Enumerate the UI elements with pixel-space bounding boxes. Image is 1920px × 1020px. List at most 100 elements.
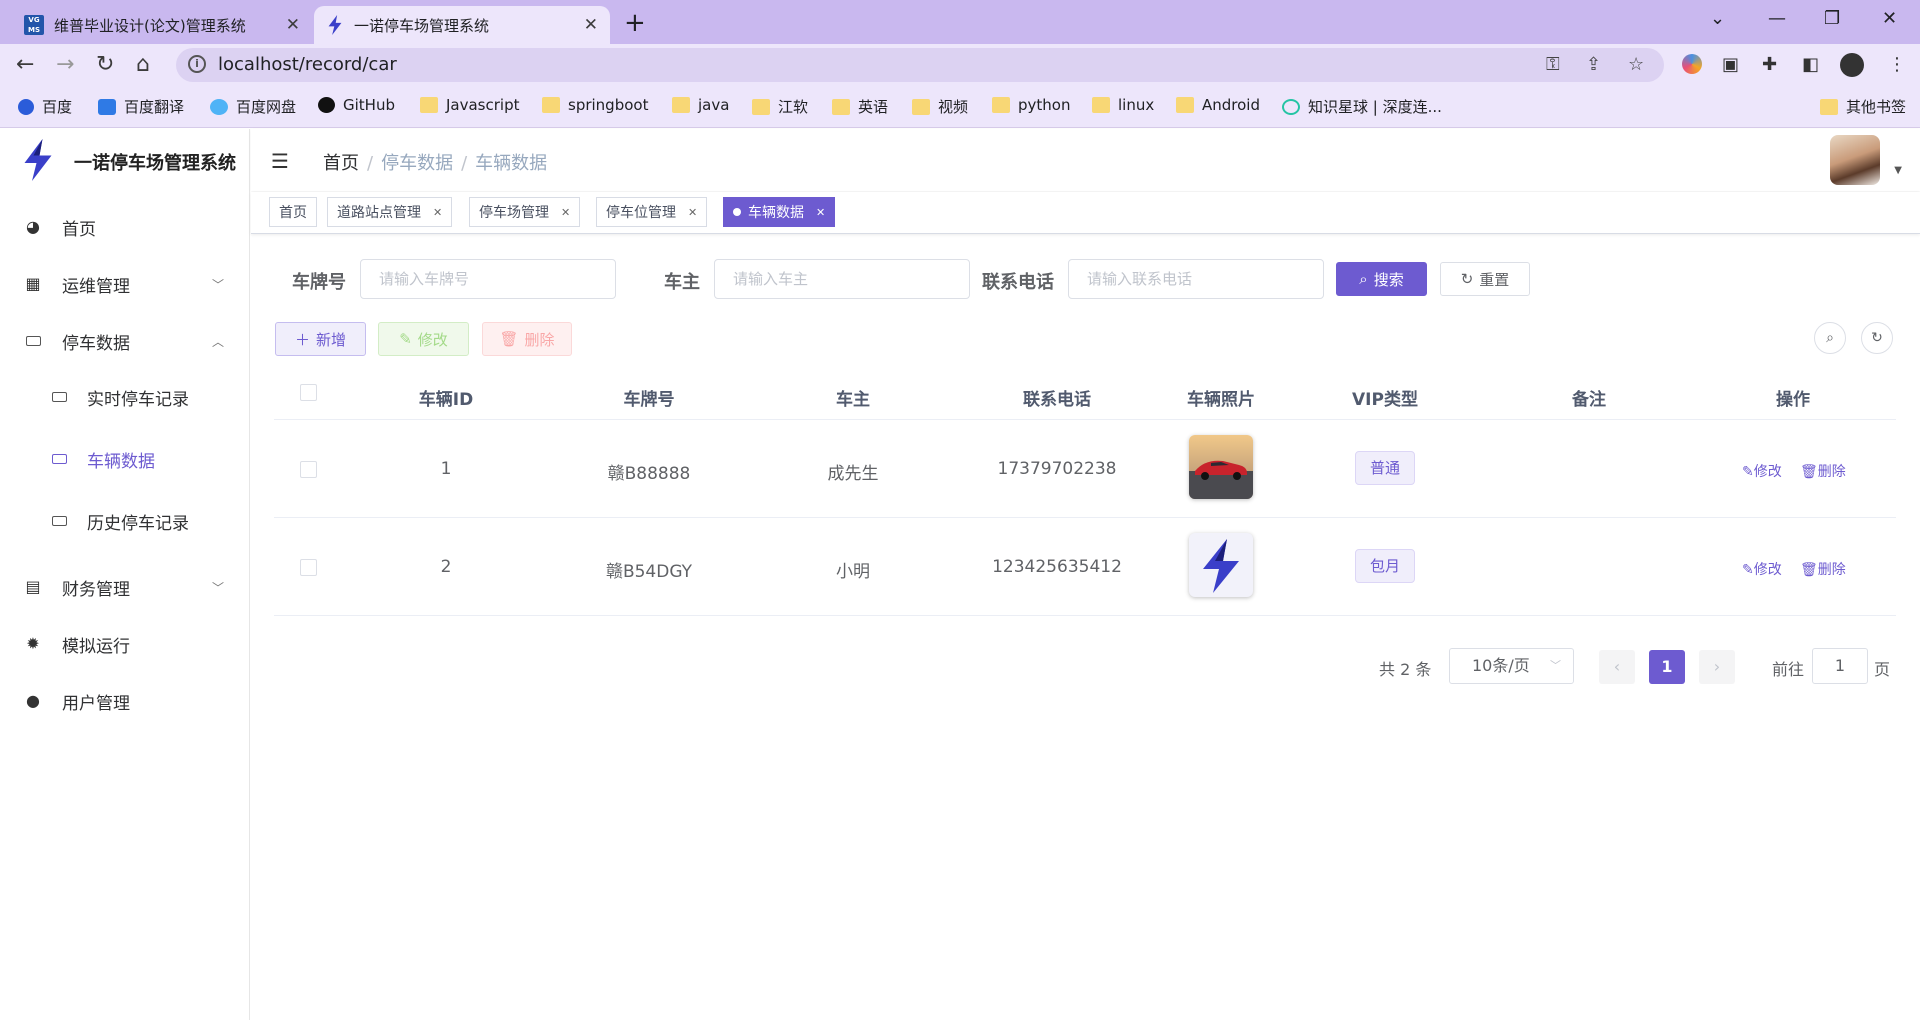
page-number-current[interactable]: 1 <box>1649 650 1685 684</box>
close-window-icon[interactable]: ✕ <box>1882 8 1897 29</box>
bookmark-other[interactable]: 其他书签 <box>1820 96 1906 117</box>
collapse-menu-icon[interactable]: ☰ <box>271 149 289 173</box>
app-logo[interactable]: 一诺停车场管理系统 <box>0 129 250 189</box>
sidebar-item-parking-data[interactable]: 停车数据 ︿ <box>0 313 250 369</box>
select-all-checkbox[interactable] <box>300 384 317 401</box>
reload-icon[interactable]: ↻ <box>96 52 114 77</box>
sidebar-item-history-parking[interactable]: 历史停车记录 <box>0 493 250 549</box>
tag-vehicle-data[interactable]: 车辆数据 ✕ <box>723 197 836 227</box>
next-page-button[interactable]: › <box>1699 650 1735 684</box>
row-edit-link[interactable]: ✎修改 <box>1742 559 1782 579</box>
extension-game-icon[interactable]: ▣ <box>1722 54 1739 75</box>
minimize-icon[interactable]: — <box>1768 8 1786 29</box>
refresh-table-icon[interactable]: ↻ <box>1861 322 1893 354</box>
menu-kebab-icon[interactable]: ⋮ <box>1888 54 1906 75</box>
address-bar[interactable]: i localhost/record/car ⚿ ⇪ ☆ <box>176 48 1664 82</box>
tag-parking-lot[interactable]: 停车场管理 ✕ <box>469 197 581 227</box>
bookmark-baidu-pan[interactable]: 百度网盘 <box>210 96 296 117</box>
profile-avatar-icon[interactable] <box>1840 53 1864 77</box>
bolt-logo-photo[interactable] <box>1189 533 1253 597</box>
search-button[interactable]: ⌕ 搜索 <box>1336 262 1427 296</box>
sidebar-item-users[interactable]: ● 用户管理 <box>0 673 250 729</box>
github-icon <box>318 97 335 113</box>
row-delete-link[interactable]: 🗑删除 <box>1800 461 1846 481</box>
new-tab-icon[interactable]: + <box>624 8 646 38</box>
bookmark-folder-java[interactable]: java <box>672 96 729 114</box>
edit-button[interactable]: ✎ 修改 <box>378 322 469 356</box>
close-tab-icon[interactable]: ✕ <box>584 15 598 35</box>
bookmark-folder-android[interactable]: Android <box>1176 96 1260 114</box>
add-button[interactable]: ＋ 新增 <box>275 322 366 356</box>
column-header[interactable]: 联系电话 <box>1023 385 1091 410</box>
share-icon[interactable]: ⇪ <box>1586 54 1601 75</box>
sidebar-item-home[interactable]: ◕ 首页 <box>0 199 250 255</box>
close-icon[interactable]: ✕ <box>816 206 825 219</box>
column-header[interactable]: 操作 <box>1776 385 1810 410</box>
bookmark-baidu-translate[interactable]: 百度翻译 <box>98 96 184 117</box>
page-size-select[interactable]: 10条/页 ﹀ <box>1449 648 1574 684</box>
extension-colorful-icon[interactable] <box>1682 54 1702 74</box>
row-edit-link[interactable]: ✎修改 <box>1742 461 1782 481</box>
tab-search-chevron-icon[interactable]: ⌄ <box>1710 8 1725 29</box>
goto-page-input[interactable]: 1 <box>1812 648 1868 684</box>
bookmark-star-icon[interactable]: ☆ <box>1628 54 1644 75</box>
avatar[interactable] <box>1830 135 1880 185</box>
column-header[interactable]: 车牌号 <box>624 385 675 410</box>
url-text[interactable]: localhost/record/car <box>218 54 397 75</box>
red-car-photo[interactable] <box>1189 435 1253 499</box>
restore-icon[interactable]: ❐ <box>1824 8 1840 29</box>
owner-input[interactable] <box>714 259 970 299</box>
column-header[interactable]: 备注 <box>1572 385 1606 410</box>
delete-button[interactable]: 🗑 删除 <box>482 322 572 356</box>
browser-tab-1[interactable]: VG MS 维普毕业设计(论文)管理系统 ✕ <box>12 6 312 44</box>
extensions-puzzle-icon[interactable]: ✚ <box>1762 54 1777 75</box>
bookmark-baidu[interactable]: 百度 <box>18 96 72 117</box>
bookmark-folder-jiangruan[interactable]: 江软 <box>752 96 808 117</box>
row-delete-link[interactable]: 🗑删除 <box>1800 559 1846 579</box>
column-header[interactable]: 车主 <box>836 385 870 410</box>
reset-button[interactable]: ↻ 重置 <box>1440 262 1530 296</box>
bookmark-folder-python[interactable]: python <box>992 96 1070 114</box>
browser-tab-2[interactable]: 一诺停车场管理系统 ✕ <box>314 6 610 44</box>
forward-icon[interactable]: → <box>56 52 74 77</box>
row-checkbox[interactable] <box>300 461 317 478</box>
sidebar-item-simulation[interactable]: ✹ 模拟运行 <box>0 616 250 672</box>
sidebar-item-ops[interactable]: ▦ 运维管理 ﹀ <box>0 256 250 312</box>
close-icon[interactable]: ✕ <box>561 206 570 219</box>
back-icon[interactable]: ← <box>16 52 34 77</box>
bookmark-folder-javascript[interactable]: Javascript <box>420 96 519 114</box>
close-tab-icon[interactable]: ✕ <box>286 15 300 35</box>
prev-page-button[interactable]: ‹ <box>1599 650 1635 684</box>
toggle-search-icon[interactable]: ⌕ <box>1814 322 1846 354</box>
bookmark-zsxq[interactable]: 知识星球 | 深度连... <box>1282 96 1442 117</box>
side-panel-icon[interactable]: ◧ <box>1802 54 1819 75</box>
sidebar-item-vehicle-data[interactable]: 车辆数据 <box>0 431 250 487</box>
row-checkbox[interactable] <box>300 559 317 576</box>
phone-input[interactable] <box>1068 259 1324 299</box>
cloud-icon <box>210 98 228 115</box>
tag-parking-space[interactable]: 停车位管理 ✕ <box>596 197 708 227</box>
table-row[interactable]: 1 赣B88888 成先生 17379702238 普通 ✎修改 🗑删除 <box>274 421 1896 518</box>
sidebar-item-finance[interactable]: ▤ 财务管理 ﹀ <box>0 559 250 615</box>
site-info-icon[interactable]: i <box>188 55 206 73</box>
column-header[interactable]: VIP类型 <box>1352 385 1418 410</box>
bookmark-github[interactable]: GitHub <box>318 96 395 114</box>
caret-down-icon[interactable]: ▼ <box>1894 165 1902 176</box>
close-icon[interactable]: ✕ <box>433 206 442 219</box>
tag-road-station[interactable]: 道路站点管理 ✕ <box>327 197 453 227</box>
table-row[interactable]: 2 赣B54DGY 小明 123425635412 包月 ✎修改 🗑删除 <box>274 519 1896 616</box>
breadcrumb-item[interactable]: 首页 <box>323 153 359 174</box>
sidebar-item-realtime-parking[interactable]: 实时停车记录 <box>0 369 250 425</box>
bookmark-folder-linux[interactable]: linux <box>1092 96 1154 114</box>
column-header[interactable]: 车辆照片 <box>1187 385 1255 410</box>
key-icon[interactable]: ⚿ <box>1546 54 1560 75</box>
column-header[interactable]: 车辆ID <box>419 385 473 410</box>
bookmark-folder-springboot[interactable]: springboot <box>542 96 648 114</box>
tag-home[interactable]: 首页 <box>269 197 317 227</box>
bookmark-folder-video[interactable]: 视频 <box>912 96 968 117</box>
bookmark-folder-english[interactable]: 英语 <box>832 96 888 117</box>
close-icon[interactable]: ✕ <box>688 206 697 219</box>
plate-input[interactable] <box>360 259 616 299</box>
edit-icon: ✎ <box>399 330 412 348</box>
home-icon[interactable]: ⌂ <box>136 52 150 77</box>
